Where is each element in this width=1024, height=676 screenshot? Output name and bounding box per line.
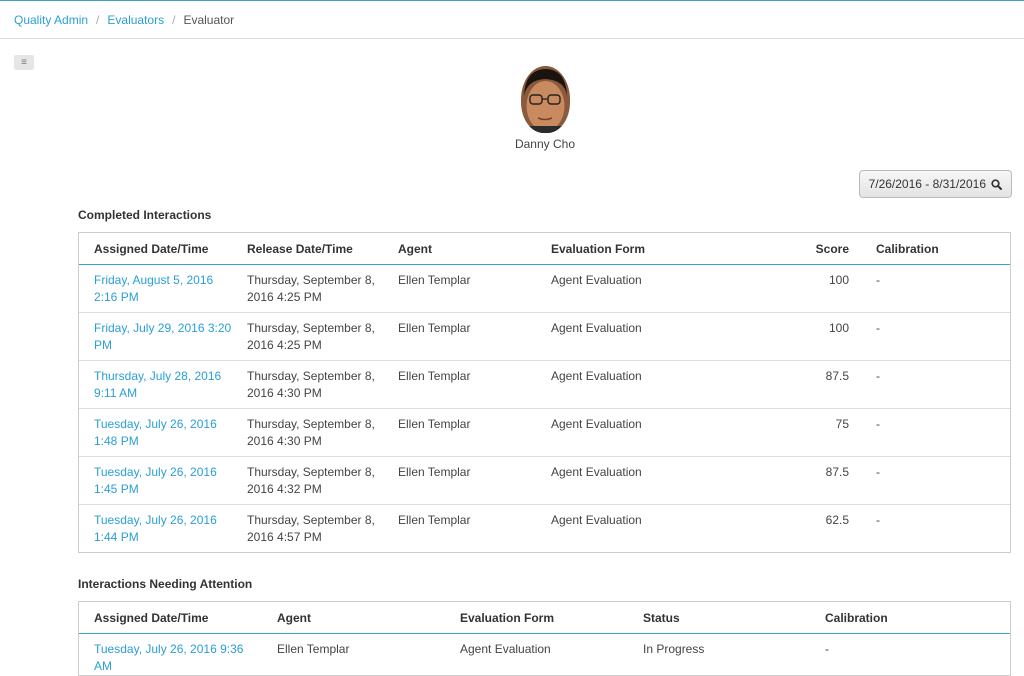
column-header-status[interactable]: Status [628, 602, 810, 634]
release-date: Thursday, September 8, 2016 4:30 PM [232, 360, 383, 409]
column-header-calibration[interactable]: Calibration [861, 233, 1010, 265]
breadcrumb-separator: / [96, 12, 100, 27]
score: 75 [757, 408, 861, 457]
table-row[interactable]: Friday, July 29, 2016 3:20 PM Thursday, … [79, 312, 1010, 361]
assigned-date-link[interactable]: Friday, July 29, 2016 3:20 PM [79, 312, 232, 361]
column-header-assigned[interactable]: Assigned Date/Time [79, 233, 232, 265]
status: In Progress [643, 642, 705, 656]
breadcrumb: Quality Admin / Evaluators / Evaluator [0, 1, 1024, 39]
column-header-agent[interactable]: Agent [383, 233, 536, 265]
release-date: Thursday, September 8, 2016 4:25 PM [247, 273, 375, 304]
calibration: - [861, 408, 1010, 457]
agent-name: Ellen Templar [383, 504, 536, 552]
completed-interactions-table: Assigned Date/Time Release Date/Time Age… [78, 232, 1011, 553]
breadcrumb-current: Evaluator [183, 12, 235, 27]
score: 87.5 [757, 360, 861, 409]
agent-name: Ellen Templar [383, 456, 536, 505]
column-header-calibration[interactable]: Calibration [810, 602, 1010, 634]
breadcrumb-evaluators[interactable]: Evaluators [107, 13, 164, 27]
table-header-row: Assigned Date/Time Agent Evaluation Form… [79, 602, 1010, 634]
release-date: Thursday, September 8, 2016 4:57 PM [232, 504, 383, 552]
avatar [520, 66, 570, 133]
score: 62.5 [757, 504, 861, 552]
attention-interactions-title: Interactions Needing Attention [78, 577, 253, 591]
evaluation-form: Agent Evaluation [551, 273, 642, 287]
assigned-date-link[interactable]: Thursday, July 28, 2016 9:11 AM [79, 360, 232, 409]
search-icon [991, 178, 1002, 190]
score: 100 [828, 273, 849, 287]
score: 100 [757, 312, 861, 361]
assigned-date-link[interactable]: Tuesday, July 26, 2016 9:36 AM [79, 634, 262, 676]
agent-name: Ellen Templar [383, 312, 536, 361]
agent-name: Ellen Templar [383, 360, 536, 409]
table-row[interactable]: Tuesday, July 26, 2016 1:48 PM Thursday,… [79, 408, 1010, 457]
table-row[interactable]: Tuesday, July 26, 2016 1:44 PM Thursday,… [79, 504, 1010, 552]
release-date: Thursday, September 8, 2016 4:25 PM [232, 312, 383, 361]
assigned-date-link[interactable]: Friday, August 5, 2016 2:16 PM [79, 265, 232, 313]
date-range-button[interactable]: 7/26/2016 - 8/31/2016 [858, 170, 1012, 198]
evaluation-form: Agent Evaluation [536, 312, 757, 361]
assigned-date-link[interactable]: Tuesday, July 26, 2016 1:44 PM [79, 504, 232, 552]
calibration: - [876, 273, 880, 287]
breadcrumb-separator: / [172, 12, 176, 27]
table-row[interactable]: Friday, August 5, 2016 2:16 PM Thursday,… [79, 265, 1010, 313]
agent-name: Ellen Templar [277, 642, 350, 656]
completed-interactions-title: Completed Interactions [78, 208, 212, 222]
table-row[interactable]: Tuesday, July 26, 2016 9:36 AM Ellen Tem… [79, 634, 1010, 676]
breadcrumb-quality-admin[interactable]: Quality Admin [14, 13, 88, 27]
evaluation-form: Agent Evaluation [536, 360, 757, 409]
calibration: - [861, 456, 1010, 505]
assigned-date-link[interactable]: Tuesday, July 26, 2016 1:45 PM [79, 456, 232, 505]
column-header-form[interactable]: Evaluation Form [536, 233, 757, 265]
release-date: Thursday, September 8, 2016 4:30 PM [232, 408, 383, 457]
evaluation-form: Agent Evaluation [460, 642, 551, 656]
evaluation-form: Agent Evaluation [536, 408, 757, 457]
column-header-assigned[interactable]: Assigned Date/Time [79, 602, 262, 634]
column-header-release[interactable]: Release Date/Time [232, 233, 383, 265]
column-header-agent[interactable]: Agent [262, 602, 445, 634]
agent-name: Ellen Templar [398, 273, 471, 287]
agent-name: Ellen Templar [383, 408, 536, 457]
assigned-date-link[interactable]: Tuesday, July 26, 2016 1:48 PM [79, 408, 232, 457]
calibration: - [825, 642, 829, 656]
release-date: Thursday, September 8, 2016 4:32 PM [232, 456, 383, 505]
evaluation-form: Agent Evaluation [536, 504, 757, 552]
table-row[interactable]: Thursday, July 28, 2016 9:11 AM Thursday… [79, 360, 1010, 409]
evaluator-profile: Danny Cho [0, 66, 1024, 151]
date-range-label: 7/26/2016 - 8/31/2016 [868, 177, 986, 191]
table-row[interactable]: Tuesday, July 26, 2016 1:45 PM Thursday,… [79, 456, 1010, 505]
evaluation-form: Agent Evaluation [536, 456, 757, 505]
calibration: - [861, 360, 1010, 409]
column-header-form[interactable]: Evaluation Form [445, 602, 628, 634]
column-header-score[interactable]: Score [757, 233, 861, 265]
table-header-row: Assigned Date/Time Release Date/Time Age… [79, 233, 1010, 265]
evaluator-name: Danny Cho [514, 137, 576, 151]
calibration: - [861, 312, 1010, 361]
attention-interactions-table: Assigned Date/Time Agent Evaluation Form… [78, 601, 1011, 676]
calibration: - [861, 504, 1010, 552]
score: 87.5 [757, 456, 861, 505]
